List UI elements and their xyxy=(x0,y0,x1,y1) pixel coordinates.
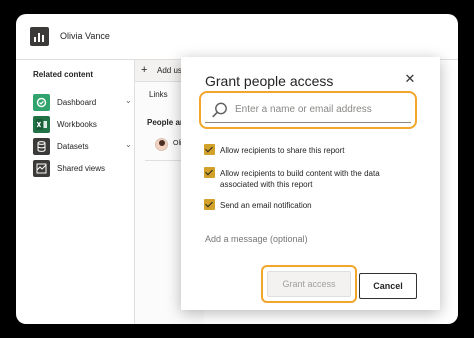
avatar xyxy=(155,138,168,151)
chevron-down-icon[interactable]: ⌄ xyxy=(125,96,132,105)
tab-links[interactable]: Links xyxy=(149,90,168,99)
sidebar-item-label: Dashboard xyxy=(57,98,97,107)
search-highlight xyxy=(199,91,417,129)
cancel-button[interactable]: Cancel xyxy=(359,273,417,299)
checkbox-checked[interactable] xyxy=(204,199,215,210)
checkbox-label: Allow recipients to build content with t… xyxy=(220,169,380,189)
checkbox-checked[interactable] xyxy=(204,167,215,178)
dataset-icon xyxy=(33,138,50,155)
top-bar: Olivia Vance xyxy=(16,14,458,60)
sidebar: Related content Dashboard ⌄ Workbooks Da… xyxy=(16,60,134,324)
sidebar-item-datasets[interactable]: Datasets ⌄ xyxy=(33,138,133,156)
checkbox-label: Send an email notification xyxy=(220,201,312,210)
sidebar-item-label: Shared views xyxy=(57,164,106,173)
shared-views-icon xyxy=(33,160,50,177)
sidebar-item-workbooks[interactable]: Workbooks xyxy=(33,116,133,134)
sidebar-item-label: Datasets xyxy=(57,142,89,151)
search-icon xyxy=(211,101,229,119)
dialog-title: Grant people access xyxy=(205,73,334,89)
sidebar-item-dashboard[interactable]: Dashboard ⌄ xyxy=(33,94,133,112)
grant-access-highlight: Grant access xyxy=(261,265,357,303)
sidebar-item-shared-views[interactable]: Shared views xyxy=(33,160,133,178)
sidebar-item-label: Workbooks xyxy=(57,120,97,129)
message-input[interactable] xyxy=(205,232,415,246)
chevron-down-icon[interactable]: ⌄ xyxy=(125,140,132,149)
excel-icon xyxy=(33,116,50,133)
dashboard-icon xyxy=(33,94,50,111)
search-input[interactable] xyxy=(235,100,405,118)
related-content-title: Related content xyxy=(33,70,94,79)
power-bi-logo-icon xyxy=(30,27,49,46)
search-box[interactable] xyxy=(205,97,411,123)
checkbox-checked[interactable] xyxy=(204,144,215,155)
close-icon[interactable]: ✕ xyxy=(403,72,417,86)
grant-access-button[interactable]: Grant access xyxy=(267,271,351,297)
people-section-title: People ar xyxy=(147,118,184,127)
user-name: Olivia Vance xyxy=(60,31,110,41)
checkbox-label: Allow recipients to share this report xyxy=(220,146,345,155)
grant-access-dialog: Grant people access ✕ Allow recipients t… xyxy=(181,57,440,310)
plus-icon: + xyxy=(141,64,148,76)
